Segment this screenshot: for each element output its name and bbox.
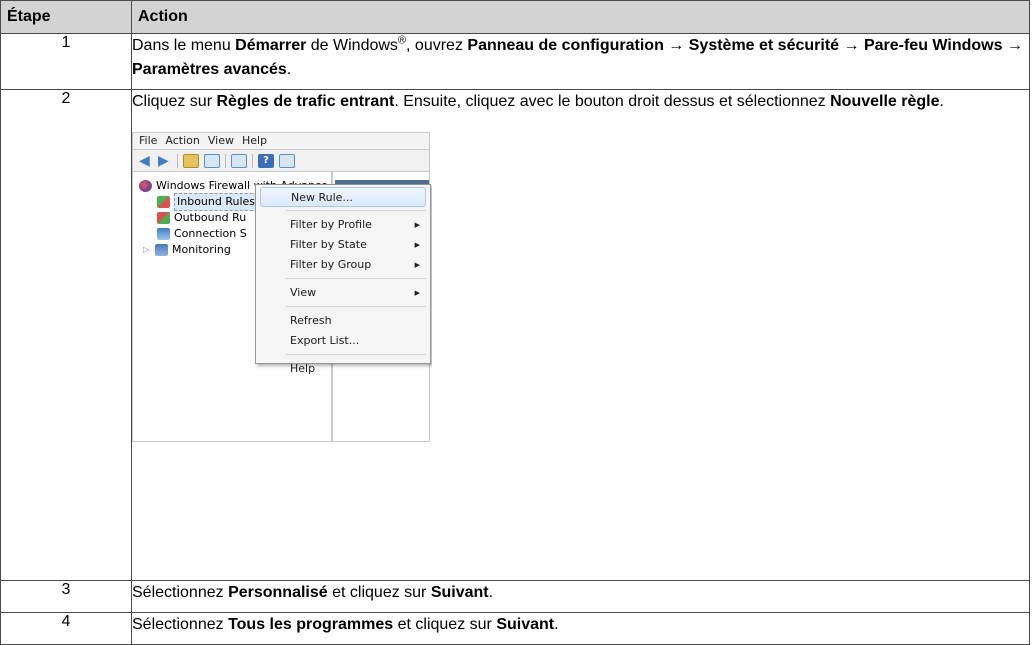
context-menu-filter-group[interactable]: Filter by Group ▶: [260, 255, 426, 275]
tree-item-inbound-rules[interactable]: Inbound Rules: [157, 193, 259, 211]
text: Sélectionnez: [132, 584, 229, 601]
menu-item-label: Filter by State: [290, 238, 367, 251]
step-action: Sélectionnez Personnalisé et cliquez sur…: [131, 580, 1030, 613]
tree-item-label: Outbound Ru: [174, 211, 247, 224]
table-row: 4 Sélectionnez Tous les programmes et cl…: [0, 612, 1030, 645]
tree-item-label: Monitoring: [172, 243, 231, 256]
context-menu-export-list[interactable]: Export List...: [260, 331, 426, 351]
back-arrow-icon[interactable]: ◀: [139, 154, 153, 168]
text: .: [488, 584, 494, 601]
step-action: Cliquez sur Règles de trafic entrant. En…: [131, 89, 1030, 581]
bold-text: Démarrer: [235, 37, 307, 54]
bold-text: Suivant: [430, 584, 489, 601]
bold-text: Tous les programmes: [228, 616, 394, 633]
toolbar-separator: [225, 153, 226, 168]
menu-item-label: View: [290, 286, 317, 299]
step-number: 4: [0, 612, 132, 645]
registered-mark: ®: [397, 34, 407, 47]
tree-item-label: Inbound Rules: [174, 193, 259, 211]
outbound-rules-icon: [157, 212, 170, 224]
text: et cliquez sur: [327, 584, 431, 601]
menu-separator: [286, 210, 426, 211]
submenu-arrow-icon: ▶: [414, 221, 420, 229]
toolbar-separator: [252, 153, 253, 168]
bold-text: Nouvelle règle: [830, 93, 940, 110]
inbound-rules-icon: [157, 196, 170, 208]
steps-table: Étape Action 1 Dans le menu Démarrer de …: [0, 0, 1030, 645]
help-icon[interactable]: ?: [258, 153, 274, 168]
menu-item-label: Filter by Profile: [290, 218, 372, 231]
context-menu-refresh[interactable]: Refresh: [260, 311, 426, 331]
context-menu: New Rule... Filter by Profile ▶ Filter b…: [255, 184, 431, 375]
expand-arrow-icon[interactable]: ▷: [143, 242, 151, 258]
context-menu-filter-profile[interactable]: Filter by Profile ▶: [260, 215, 426, 235]
toolbar-separator: [177, 153, 178, 168]
text: Sélectionnez: [132, 616, 229, 633]
text: .: [939, 93, 944, 110]
text: de Windows: [306, 37, 398, 54]
tree-item-connection-security[interactable]: Connection S: [157, 226, 247, 242]
header-step: Étape: [0, 0, 132, 34]
table-header-row: Étape Action: [0, 0, 1030, 34]
firewall-icon: [139, 180, 152, 192]
context-menu-view[interactable]: View ▶: [260, 283, 426, 303]
menu-separator: [286, 354, 426, 355]
bold-text: Suivant: [496, 616, 555, 633]
text: .: [286, 61, 292, 78]
menu-item-label: Filter by Group: [290, 258, 372, 271]
context-menu-help[interactable]: Help: [260, 359, 426, 379]
tree-item-monitoring[interactable]: ▷ Monitoring: [143, 242, 231, 258]
monitoring-icon: [155, 244, 168, 256]
context-menu-filter-state[interactable]: Filter by State ▶: [260, 235, 426, 255]
show-hide-action-pane-icon[interactable]: [279, 153, 295, 168]
submenu-arrow-icon: ▶: [414, 261, 420, 269]
menu-separator: [286, 278, 426, 279]
forward-arrow-icon[interactable]: ▶: [158, 154, 172, 168]
step-number: 1: [0, 33, 132, 90]
bold-text: Règles de trafic entrant: [216, 93, 395, 110]
text: Dans le menu: [132, 37, 236, 54]
text: .: [554, 616, 559, 633]
step-action: Sélectionnez Tous les programmes et cliq…: [131, 612, 1030, 645]
text: Cliquez sur: [132, 93, 217, 110]
menu-separator: [286, 306, 426, 307]
text: . Ensuite, cliquez avec le bouton droit …: [394, 93, 831, 110]
menu-bar: File Action View Help: [132, 132, 430, 150]
tree-item-label: Connection S: [174, 227, 247, 240]
text: , ouvrez: [406, 37, 468, 54]
submenu-arrow-icon: ▶: [414, 289, 420, 297]
step-action: Dans le menu Démarrer de Windows®, ouvre…: [131, 33, 1030, 90]
firewall-screenshot: File Action View Help ◀ ▶ ? Windows Fire…: [132, 132, 432, 442]
table-row: 3 Sélectionnez Personnalisé et cliquez s…: [0, 580, 1030, 613]
tree-item-outbound-rules[interactable]: Outbound Ru: [157, 210, 246, 226]
table-row: 1 Dans le menu Démarrer de Windows®, ouv…: [0, 33, 1030, 90]
export-icon[interactable]: [231, 153, 247, 168]
header-action: Action: [131, 0, 1030, 34]
table-row: 2 Cliquez sur Règles de trafic entrant. …: [0, 89, 1030, 581]
submenu-arrow-icon: ▶: [414, 241, 420, 249]
show-hide-tree-icon[interactable]: [204, 153, 220, 168]
toolbar: ◀ ▶ ?: [132, 150, 430, 172]
connection-security-icon: [157, 228, 170, 240]
context-menu-new-rule[interactable]: New Rule...: [260, 187, 426, 207]
step-number: 3: [0, 580, 132, 613]
bold-text: Personnalisé: [228, 584, 328, 601]
step-number: 2: [0, 89, 132, 581]
up-folder-icon[interactable]: [183, 153, 199, 168]
text: et cliquez sur: [393, 616, 497, 633]
